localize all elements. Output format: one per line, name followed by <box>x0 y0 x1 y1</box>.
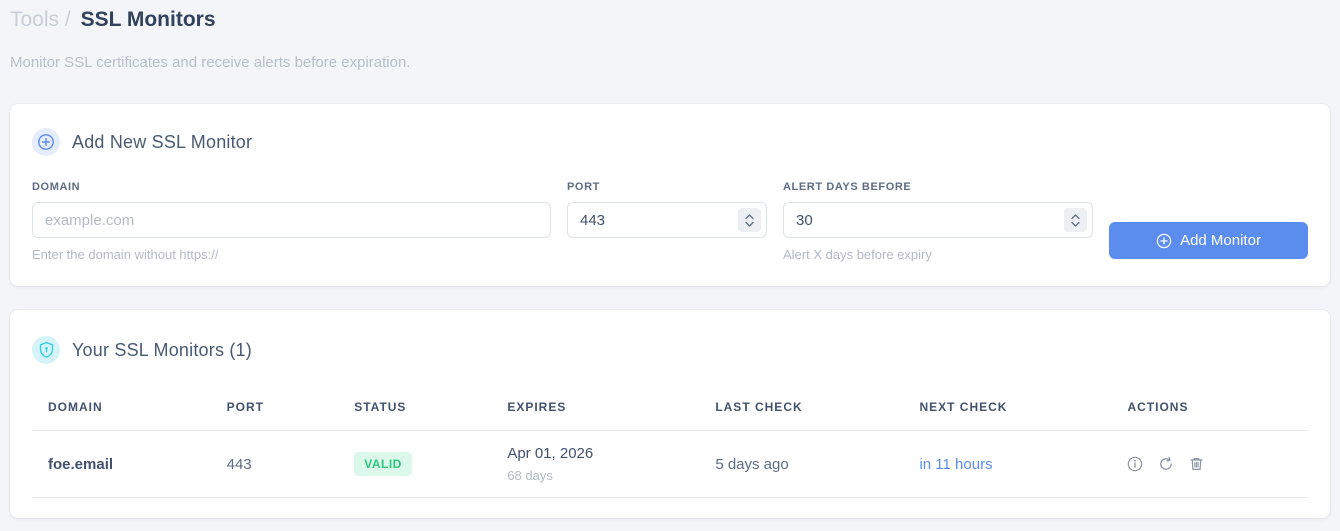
domain-field-group: DOMAIN Enter the domain without https:// <box>32 181 551 262</box>
refresh-button[interactable] <box>1158 456 1174 472</box>
table-header-row: DOMAIN PORT STATUS EXPIRES LAST CHECK NE… <box>32 388 1308 432</box>
expires-date: Apr 01, 2026 <box>507 445 594 463</box>
table-row: foe.email 443 VALID Apr 01, 2026 68 days… <box>32 430 1308 499</box>
alert-days-field-group: ALERT DAYS BEFORE Alert X days before ex… <box>783 181 1093 262</box>
refresh-icon <box>1158 456 1174 472</box>
monitors-card-header: Your SSL Monitors (1) <box>32 336 1308 365</box>
page-subtitle: Monitor SSL certificates and receive ale… <box>10 54 411 72</box>
column-header-last-check: LAST CHECK <box>699 388 904 432</box>
domain-input[interactable] <box>32 202 551 239</box>
add-monitor-button-label: Add Monitor <box>1180 232 1261 250</box>
monitor-domain: foe.email <box>32 430 211 499</box>
status-badge: VALID <box>354 452 412 477</box>
alert-days-input[interactable] <box>783 202 1093 239</box>
port-field-group: PORT <box>567 181 767 239</box>
monitor-port: 443 <box>210 430 339 499</box>
trash-icon <box>1189 456 1204 472</box>
monitor-next-check: in 11 hours <box>903 430 1112 499</box>
column-header-actions: ACTIONS <box>1111 388 1308 432</box>
expires-days-remaining: 68 days <box>507 468 553 484</box>
monitors-title: Your SSL Monitors (1) <box>72 339 252 360</box>
info-icon <box>1127 456 1143 472</box>
monitor-status-cell: VALID <box>338 430 492 499</box>
port-stepper[interactable] <box>738 208 761 233</box>
delete-button[interactable] <box>1189 456 1204 472</box>
monitor-expires-cell: Apr 01, 2026 68 days <box>491 430 700 499</box>
alert-days-stepper[interactable] <box>1064 208 1087 233</box>
column-header-domain: DOMAIN <box>32 388 211 432</box>
column-header-next-check: NEXT CHECK <box>903 388 1112 432</box>
add-monitor-title: Add New SSL Monitor <box>72 131 253 152</box>
port-input[interactable] <box>567 202 767 239</box>
breadcrumb-separator: / <box>64 8 71 31</box>
monitors-table: DOMAIN PORT STATUS EXPIRES LAST CHECK NE… <box>32 388 1308 499</box>
domain-label: DOMAIN <box>32 181 81 194</box>
add-monitor-form: DOMAIN Enter the domain without https://… <box>32 181 1308 262</box>
add-monitor-card: Add New SSL Monitor DOMAIN Enter the dom… <box>10 104 1330 287</box>
breadcrumb-parent[interactable]: Tools <box>10 8 59 31</box>
monitors-card: Your SSL Monitors (1) DOMAIN PORT STATUS… <box>10 310 1330 519</box>
alert-days-label: ALERT DAYS BEFORE <box>783 181 912 194</box>
info-button[interactable] <box>1127 456 1143 472</box>
add-monitor-button[interactable]: Add Monitor <box>1109 222 1308 260</box>
breadcrumb: Tools / SSL Monitors <box>10 6 1330 33</box>
column-header-port: PORT <box>210 388 339 432</box>
plus-circle-icon <box>1156 233 1172 249</box>
alert-days-helper: Alert X days before expiry <box>783 247 932 263</box>
monitor-actions-cell <box>1111 430 1308 499</box>
ssl-monitors-page: Tools / SSL Monitors Monitor SSL certifi… <box>0 0 1340 519</box>
domain-helper: Enter the domain without https:// <box>32 247 219 263</box>
page-title: SSL Monitors <box>80 8 216 31</box>
port-label: PORT <box>567 181 600 194</box>
column-header-status: STATUS <box>338 388 492 432</box>
add-monitor-card-header: Add New SSL Monitor <box>32 128 1308 157</box>
plus-circle-icon <box>32 128 60 157</box>
column-header-expires: EXPIRES <box>491 388 700 432</box>
monitor-last-check: 5 days ago <box>699 430 904 499</box>
shield-icon <box>32 336 60 365</box>
